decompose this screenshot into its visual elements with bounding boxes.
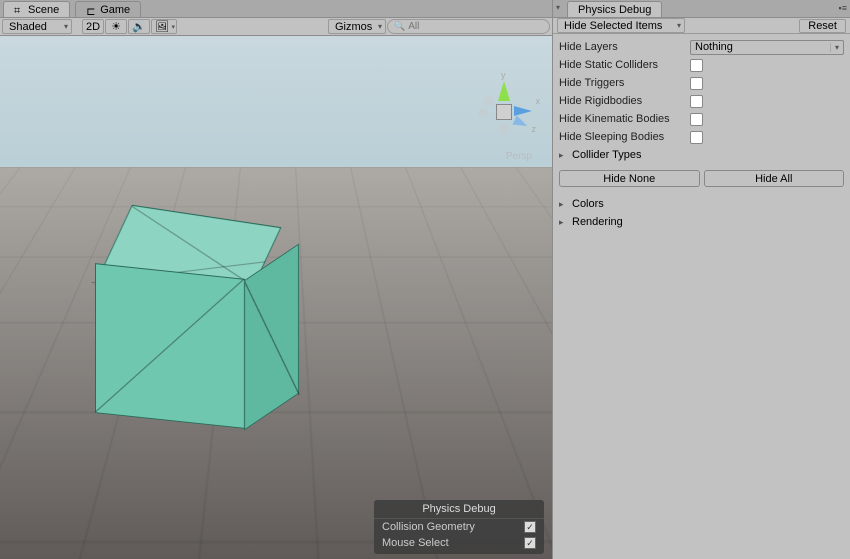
toggle-2d-button[interactable]: 2D xyxy=(82,19,104,34)
toggle-2d-label: 2D xyxy=(86,21,100,33)
shading-mode-label: Shaded xyxy=(9,21,47,33)
gizmos-dropdown[interactable]: Gizmos xyxy=(328,19,386,34)
speaker-icon: 🔊 xyxy=(132,20,146,33)
filter-mode-dropdown[interactable]: Hide Selected Items xyxy=(557,18,685,33)
gizmos-label: Gizmos xyxy=(335,21,372,33)
physics-debug-header: Hide Selected Items Reset xyxy=(553,18,850,34)
hide-rigidbodies-label: Hide Rigidbodies xyxy=(559,95,684,107)
hide-all-button[interactable]: Hide All xyxy=(704,170,845,187)
hide-triggers-label: Hide Triggers xyxy=(559,77,684,89)
panel-menu-icon[interactable]: ▾ xyxy=(556,3,560,12)
scene-tab-bar: ⌗ Scene ⊏ Game xyxy=(0,0,552,18)
inspector-tab-bar: ▾ Physics Debug ▪≡ xyxy=(553,0,850,18)
hide-static-label: Hide Static Colliders xyxy=(559,59,684,71)
mouse-select-checkbox[interactable]: ✓ xyxy=(524,537,536,549)
rendering-foldout[interactable]: Rendering xyxy=(559,213,844,231)
gizmo-y-axis[interactable] xyxy=(498,81,510,101)
gizmo-neg-x[interactable] xyxy=(478,108,488,118)
cube-front-face xyxy=(95,263,245,429)
sun-icon: ☀ xyxy=(111,20,121,33)
image-icon: 🖼 xyxy=(155,20,169,33)
orientation-gizmo[interactable]: y x z xyxy=(474,76,534,156)
hide-sleeping-label: Hide Sleeping Bodies xyxy=(559,131,684,143)
shading-mode-dropdown[interactable]: Shaded xyxy=(2,19,72,34)
collision-geometry-checkbox[interactable]: ✓ xyxy=(524,521,536,533)
tab-game[interactable]: ⊏ Game xyxy=(75,1,141,17)
gizmo-neg-z[interactable] xyxy=(484,96,494,106)
mouse-select-label: Mouse Select xyxy=(382,537,449,549)
hide-rigidbodies-checkbox[interactable] xyxy=(690,95,703,108)
colors-foldout[interactable]: Colors xyxy=(559,195,844,213)
overlay-title: Physics Debug xyxy=(374,500,544,519)
gizmo-x-label: x xyxy=(536,96,541,106)
hide-none-button[interactable]: Hide None xyxy=(559,170,700,187)
scene-search[interactable] xyxy=(387,19,550,34)
hide-triggers-checkbox[interactable] xyxy=(690,77,703,90)
hide-layers-label: Hide Layers xyxy=(559,41,684,53)
scene-icon: ⌗ xyxy=(14,5,24,15)
tab-physics-debug-label: Physics Debug xyxy=(578,4,651,16)
reset-label: Reset xyxy=(808,20,837,32)
rendering-label: Rendering xyxy=(572,216,623,228)
gizmo-center-cube[interactable] xyxy=(496,104,512,120)
reset-button[interactable]: Reset xyxy=(799,19,846,33)
physics-debug-properties: Hide Layers Nothing Hide Static Collider… xyxy=(553,34,850,168)
gizmo-z-label: z xyxy=(532,124,537,134)
effects-dropdown[interactable]: 🖼 xyxy=(151,19,177,34)
collider-types-label: Collider Types xyxy=(572,149,642,161)
hide-sleeping-checkbox[interactable] xyxy=(690,131,703,144)
collision-geometry-label: Collision Geometry xyxy=(382,521,475,533)
gizmo-y-label: y xyxy=(501,70,506,80)
scene-viewport[interactable]: y x z Persp Physics Debug Collision Geom… xyxy=(0,36,552,559)
hide-layers-dropdown[interactable]: Nothing xyxy=(690,40,844,55)
scene-toolbar: Shaded 2D ☀ 🔊 🖼 Gizmos xyxy=(0,18,552,36)
hide-all-label: Hide All xyxy=(755,173,792,185)
hide-none-label: Hide None xyxy=(603,173,655,185)
physics-debug-overlay[interactable]: Physics Debug Collision Geometry ✓ Mouse… xyxy=(374,500,544,554)
collider-types-foldout[interactable]: Collider Types xyxy=(559,146,844,164)
gizmo-z-axis[interactable] xyxy=(513,116,530,131)
panel-options-icon[interactable]: ▪≡ xyxy=(839,3,847,13)
tab-scene-label: Scene xyxy=(28,4,59,16)
scene-search-input[interactable] xyxy=(408,21,543,32)
filter-mode-label: Hide Selected Items xyxy=(564,20,662,32)
tab-physics-debug[interactable]: Physics Debug xyxy=(567,1,662,17)
hide-kinematic-label: Hide Kinematic Bodies xyxy=(559,113,684,125)
colors-label: Colors xyxy=(572,198,604,210)
gizmo-neg-y[interactable] xyxy=(499,124,509,134)
lighting-toggle-button[interactable]: ☀ xyxy=(105,19,127,34)
scene-cube-object[interactable] xyxy=(80,216,260,416)
audio-toggle-button[interactable]: 🔊 xyxy=(128,19,150,34)
tab-game-label: Game xyxy=(100,4,130,16)
hide-kinematic-checkbox[interactable] xyxy=(690,113,703,126)
hide-static-checkbox[interactable] xyxy=(690,59,703,72)
hide-layers-value: Nothing xyxy=(695,41,733,53)
game-icon: ⊏ xyxy=(86,5,96,15)
tab-scene[interactable]: ⌗ Scene xyxy=(3,1,70,17)
projection-label[interactable]: Persp xyxy=(506,151,532,162)
